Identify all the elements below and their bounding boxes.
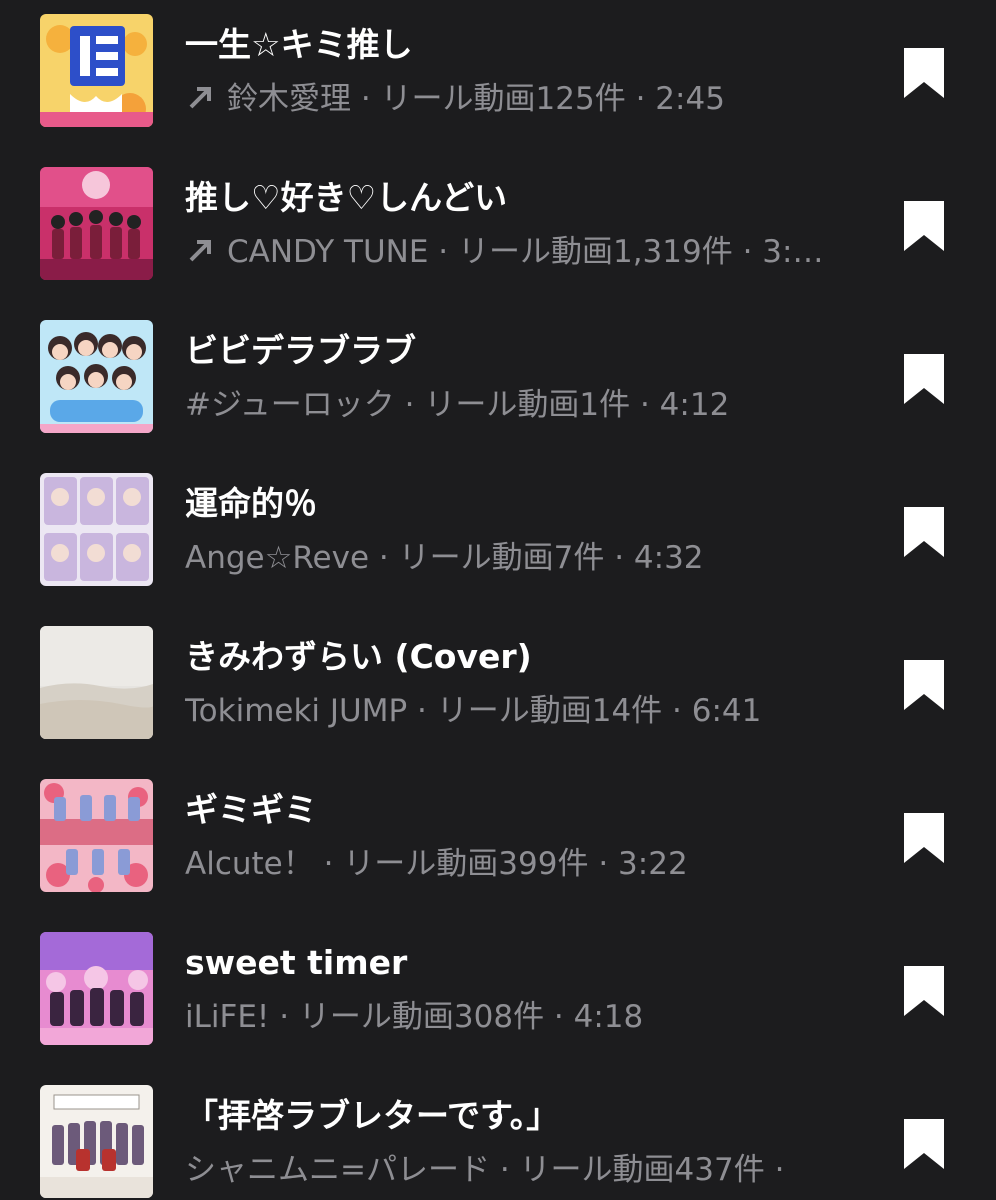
track-title: 運命的％ [185, 484, 317, 523]
track-subtitle: シャニムニ=パレード · リール動画437件 · [185, 1149, 855, 1191]
bookmark-icon[interactable] [900, 352, 948, 406]
bookmark-icon[interactable] [900, 658, 948, 712]
track-row[interactable]: 運命的％ Ange☆Reve · リール動画7件 · 4:32 [0, 459, 996, 612]
track-title: ギミギミ [185, 790, 317, 829]
album-art [40, 320, 153, 433]
bookmark-icon[interactable] [900, 505, 948, 559]
separator: · [489, 1152, 520, 1188]
separator: · [662, 693, 692, 729]
separator: · [394, 387, 425, 423]
separator: · [625, 81, 656, 117]
separator: · [764, 1152, 785, 1188]
trending-arrow-icon [185, 81, 217, 113]
track-title: きみわずらい (Cover) [185, 637, 532, 676]
track-title: ビビデラブラブ [185, 331, 416, 370]
duration: 4:18 [573, 999, 644, 1035]
artist-name: Ange☆Reve [185, 540, 370, 576]
artist-name: シャニムニ=パレード [185, 1152, 490, 1188]
track-subtitle: 鈴木愛理 · リール動画125件 · 2:45 [185, 78, 855, 120]
separator: · [313, 846, 344, 882]
track-row[interactable]: ギミギミ Alcute！ · リール動画399件 · 3:22 [0, 765, 996, 918]
duration: 2:45 [655, 81, 725, 117]
separator: · [732, 234, 763, 270]
track-subtitle: Ange☆Reve · リール動画7件 · 4:32 [185, 537, 855, 579]
track-row[interactable]: 推し♡好き♡しんどい CANDY TUNE · リール動画1,319件 · 3:… [0, 153, 996, 306]
track-subtitle: Tokimeki JUMP · リール動画14件 · 6:41 [185, 690, 855, 732]
artist-name: CANDY TUNE [227, 234, 429, 270]
album-art [40, 473, 153, 586]
music-list: 一生☆キミ推し 鈴木愛理 · リール動画125件 · 2:45 推し♡好き♡しん… [0, 0, 996, 1200]
separator: · [407, 693, 437, 729]
track-title: 一生☆キミ推し [185, 25, 413, 64]
duration: 4:32 [633, 540, 704, 576]
track-subtitle: iLiFE! · リール動画308件 · 4:18 [185, 996, 855, 1038]
bookmark-icon[interactable] [900, 199, 948, 253]
track-row[interactable]: きみわずらい (Cover) Tokimeki JUMP · リール動画14件 … [0, 612, 996, 765]
track-row[interactable]: 「拝啓ラブレターです。」 シャニムニ=パレード · リール動画437件 · [0, 1071, 996, 1200]
artist-name: 鈴木愛理 [227, 81, 351, 117]
artist-name: iLiFE! [185, 999, 270, 1035]
artist-name: Tokimeki JUMP [185, 693, 408, 729]
separator: · [588, 846, 619, 882]
artist-name: Alcute！ [185, 846, 314, 882]
bookmark-icon[interactable] [900, 46, 948, 100]
reel-count: リール動画399件 [343, 846, 589, 882]
separator: · [630, 387, 660, 423]
separator: · [369, 540, 399, 576]
album-art [40, 14, 153, 127]
album-art [40, 1085, 153, 1198]
track-row[interactable]: sweet timer iLiFE! · リール動画308件 · 4:18 [0, 918, 996, 1071]
reel-count: リール動画14件 [436, 693, 663, 729]
bookmark-icon[interactable] [900, 1117, 948, 1171]
track-title: sweet timer [185, 943, 408, 982]
reel-count: リール動画1,319件 [457, 234, 733, 270]
separator: · [428, 234, 458, 270]
reel-count: リール動画125件 [380, 81, 626, 117]
album-art [40, 167, 153, 280]
album-art [40, 932, 153, 1045]
bookmark-icon[interactable] [900, 964, 948, 1018]
separator: · [269, 999, 299, 1035]
track-title: 「拝啓ラブレターです。」 [185, 1096, 560, 1135]
album-art [40, 626, 153, 739]
duration: 3:22 [618, 846, 688, 882]
bookmark-icon[interactable] [900, 811, 948, 865]
duration: 6:41 [691, 693, 762, 729]
reel-count: リール動画308件 [298, 999, 545, 1035]
track-title: 推し♡好き♡しんどい [185, 178, 508, 217]
album-art [40, 779, 153, 892]
reel-count: リール動画1件 [424, 387, 631, 423]
track-subtitle: Alcute！ · リール動画399件 · 3:22 [185, 843, 855, 885]
track-subtitle: #ジューロック · リール動画1件 · 4:12 [185, 384, 855, 426]
artist-name: #ジューロック [185, 387, 395, 423]
duration: 3:… [762, 234, 824, 270]
track-row[interactable]: ビビデラブラブ #ジューロック · リール動画1件 · 4:12 [0, 306, 996, 459]
separator: · [604, 540, 634, 576]
duration: 4:12 [659, 387, 730, 423]
trending-arrow-icon [185, 234, 217, 266]
track-row[interactable]: 一生☆キミ推し 鈴木愛理 · リール動画125件 · 2:45 [0, 0, 996, 153]
reel-count: リール動画437件 [519, 1152, 765, 1188]
separator: · [544, 999, 574, 1035]
reel-count: リール動画7件 [398, 540, 605, 576]
separator: · [351, 81, 381, 117]
track-subtitle: CANDY TUNE · リール動画1,319件 · 3:… [185, 231, 855, 273]
